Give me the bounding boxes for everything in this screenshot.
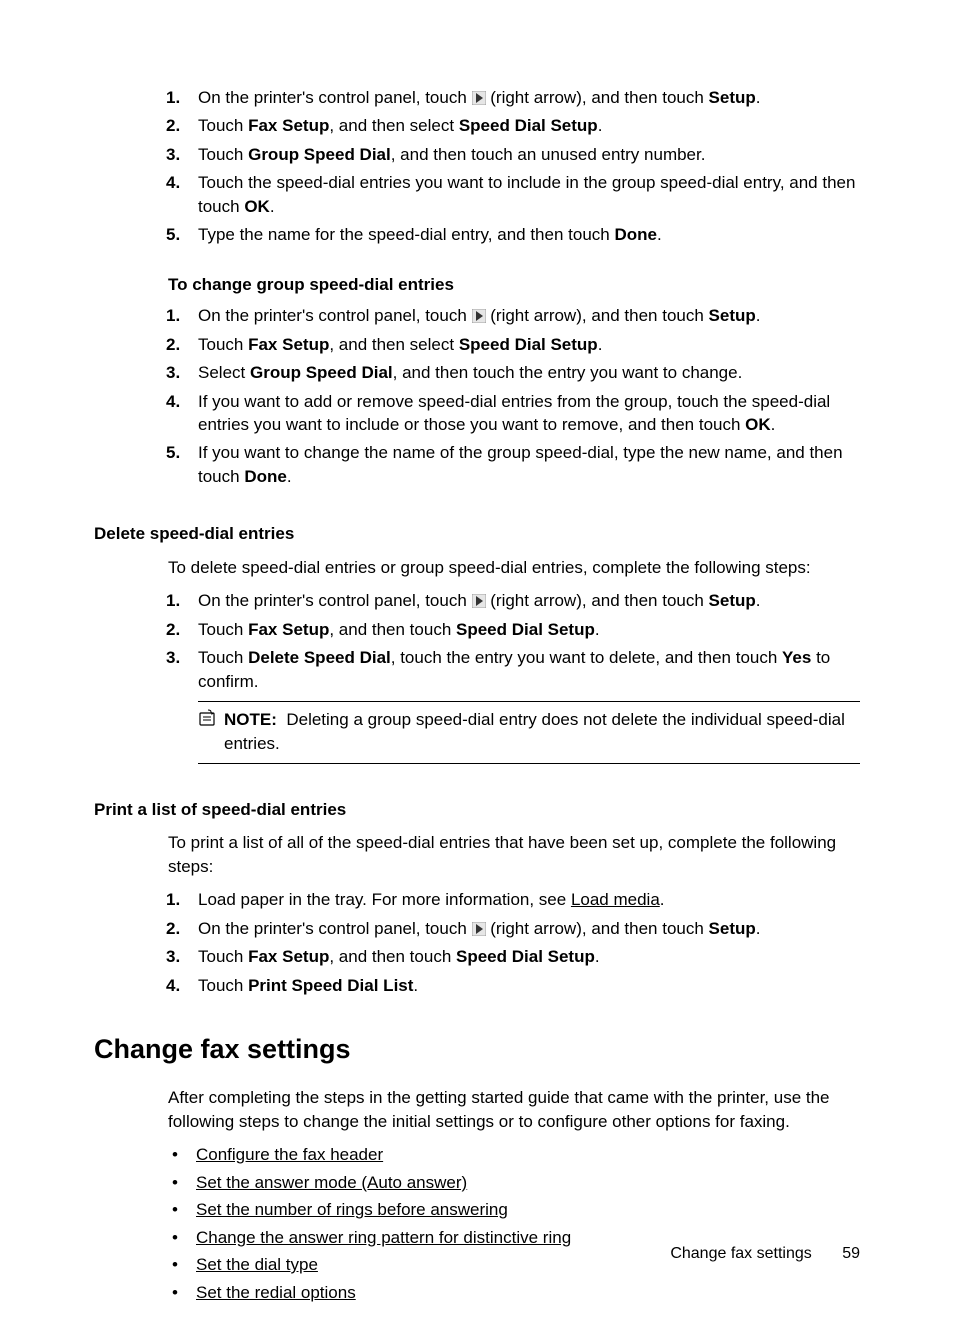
list-number: 5.: [166, 223, 192, 246]
step-text: On the printer's control panel, touch (r…: [198, 919, 761, 938]
list-number: 2.: [166, 618, 192, 641]
page-content: 1. On the printer's control panel, touch…: [94, 86, 860, 1304]
list-item: 3. Touch Delete Speed Dial, touch the en…: [166, 646, 860, 693]
list-item: 3. Touch Group Speed Dial, and then touc…: [166, 143, 860, 166]
right-arrow-icon: [472, 91, 486, 105]
link-change-ring-pattern[interactable]: Change the answer ring pattern for disti…: [196, 1228, 571, 1247]
step-text: If you want to change the name of the gr…: [198, 443, 843, 485]
setup-group-list: 1. On the printer's control panel, touch…: [166, 86, 860, 247]
step-text: Touch Group Speed Dial, and then touch a…: [198, 145, 705, 164]
right-arrow-icon: [472, 309, 486, 323]
step-text: Type the name for the speed-dial entry, …: [198, 225, 662, 244]
list-number: 1.: [166, 86, 192, 109]
step-text: Load paper in the tray. For more informa…: [198, 890, 665, 909]
list-number: 2.: [166, 917, 192, 940]
page-footer: Change fax settings 59: [670, 1243, 860, 1265]
step-text: On the printer's control panel, touch (r…: [198, 88, 761, 107]
list-item: 2. On the printer's control panel, touch…: [166, 917, 860, 940]
right-arrow-icon: [472, 594, 486, 608]
list-item: 1. Load paper in the tray. For more info…: [166, 888, 860, 911]
note-content: NOTE: Deleting a group speed-dial entry …: [198, 708, 860, 755]
right-arrow-icon: [472, 922, 486, 936]
note-box: NOTE: Deleting a group speed-dial entry …: [198, 701, 860, 764]
change-group-heading: To change group speed-dial entries: [168, 273, 860, 296]
note-icon: [198, 709, 218, 727]
note-label: NOTE:: [224, 710, 277, 729]
list-number: 3.: [166, 361, 192, 384]
footer-title: Change fax settings: [670, 1245, 811, 1262]
load-media-link[interactable]: Load media: [571, 890, 660, 909]
list-number: 1.: [166, 888, 192, 911]
step-text: Touch Fax Setup, and then touch Speed Di…: [198, 947, 600, 966]
list-number: 4.: [166, 171, 192, 194]
list-item: 2. Touch Fax Setup, and then select Spee…: [166, 333, 860, 356]
list-item: 4. Touch the speed-dial entries you want…: [166, 171, 860, 218]
step-text: Touch Delete Speed Dial, touch the entry…: [198, 648, 830, 690]
step-text: Touch the speed-dial entries you want to…: [198, 173, 855, 215]
list-number: 3.: [166, 143, 192, 166]
list-item: 1. On the printer's control panel, touch…: [166, 304, 860, 327]
list-item: Set the answer mode (Auto answer): [168, 1171, 860, 1194]
step-text: Touch Fax Setup, and then select Speed D…: [198, 335, 602, 354]
list-number: 2.: [166, 114, 192, 137]
change-fax-intro: After completing the steps in the gettin…: [168, 1086, 860, 1133]
list-number: 1.: [166, 304, 192, 327]
list-item: 5. If you want to change the name of the…: [166, 441, 860, 488]
list-number: 3.: [166, 945, 192, 968]
change-fax-heading: Change fax settings: [94, 1031, 860, 1068]
delete-intro: To delete speed-dial entries or group sp…: [168, 556, 860, 579]
print-list-steps: 1. Load paper in the tray. For more info…: [166, 888, 860, 997]
step-text: Touch Print Speed Dial List.: [198, 976, 418, 995]
step-text: If you want to add or remove speed-dial …: [198, 392, 830, 434]
list-item: Set the redial options: [168, 1281, 860, 1304]
list-item: 5. Type the name for the speed-dial entr…: [166, 223, 860, 246]
step-text: Touch Fax Setup, and then touch Speed Di…: [198, 620, 600, 639]
link-configure-fax-header[interactable]: Configure the fax header: [196, 1145, 383, 1164]
note-text: Deleting a group speed-dial entry does n…: [224, 710, 845, 752]
list-number: 5.: [166, 441, 192, 464]
list-item: 4. If you want to add or remove speed-di…: [166, 390, 860, 437]
list-item: 3. Select Group Speed Dial, and then tou…: [166, 361, 860, 384]
link-set-dial-type[interactable]: Set the dial type: [196, 1255, 318, 1274]
list-item: 1. On the printer's control panel, touch…: [166, 589, 860, 612]
list-item: 3. Touch Fax Setup, and then touch Speed…: [166, 945, 860, 968]
list-number: 4.: [166, 974, 192, 997]
delete-list: 1. On the printer's control panel, touch…: [166, 589, 860, 693]
list-item: 2. Touch Fax Setup, and then select Spee…: [166, 114, 860, 137]
print-list-intro: To print a list of all of the speed-dial…: [168, 831, 860, 878]
step-text: Select Group Speed Dial, and then touch …: [198, 363, 742, 382]
link-set-redial-options[interactable]: Set the redial options: [196, 1283, 356, 1302]
step-text: On the printer's control panel, touch (r…: [198, 591, 761, 610]
delete-heading: Delete speed-dial entries: [94, 522, 860, 545]
list-item: Set the number of rings before answering: [168, 1198, 860, 1221]
list-item: Configure the fax header: [168, 1143, 860, 1166]
document-page: 1. On the printer's control panel, touch…: [0, 0, 954, 1321]
change-fax-links: Configure the fax header Set the answer …: [168, 1143, 860, 1304]
print-list-heading: Print a list of speed-dial entries: [94, 798, 860, 821]
list-number: 1.: [166, 589, 192, 612]
step-text: On the printer's control panel, touch (r…: [198, 306, 761, 325]
list-item: 4. Touch Print Speed Dial List.: [166, 974, 860, 997]
link-set-number-rings[interactable]: Set the number of rings before answering: [196, 1200, 508, 1219]
step-text: Touch Fax Setup, and then select Speed D…: [198, 116, 602, 135]
change-group-list: 1. On the printer's control panel, touch…: [166, 304, 860, 488]
page-number: 59: [842, 1245, 860, 1262]
list-number: 2.: [166, 333, 192, 356]
list-item: 1. On the printer's control panel, touch…: [166, 86, 860, 109]
list-item: 2. Touch Fax Setup, and then touch Speed…: [166, 618, 860, 641]
list-number: 4.: [166, 390, 192, 413]
list-number: 3.: [166, 646, 192, 669]
link-set-answer-mode[interactable]: Set the answer mode (Auto answer): [196, 1173, 467, 1192]
